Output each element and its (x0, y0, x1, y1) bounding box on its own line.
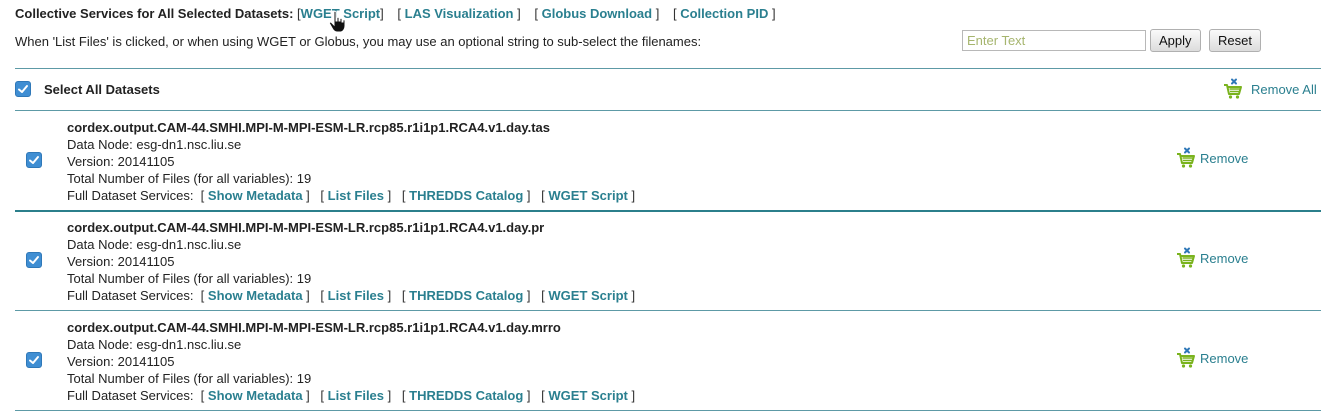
list-files-link[interactable]: List Files (328, 288, 384, 303)
remove-label: Remove (1200, 150, 1249, 166)
remove-all-button[interactable]: Remove All (1222, 78, 1317, 100)
total-files-line: Total Number of Files (for all variables… (67, 271, 312, 286)
dataset-title: cordex.output.CAM-44.SMHI.MPI-M-MPI-ESM-… (67, 320, 561, 335)
collection-pid-link[interactable]: Collection PID (680, 6, 768, 21)
cart-remove-icon (1175, 147, 1197, 169)
cart-remove-icon (1175, 347, 1197, 369)
hand-pointer-icon (328, 10, 348, 37)
remove-label: Remove (1200, 250, 1249, 266)
list-files-link[interactable]: List Files (328, 188, 384, 203)
dataset-info: cordex.output.CAM-44.SMHI.MPI-M-MPI-ESM-… (67, 219, 635, 304)
thredds-catalog-link[interactable]: THREDDS Catalog (409, 388, 523, 403)
dataset-checkbox[interactable] (26, 352, 42, 368)
total-files-line: Total Number of Files (for all variables… (67, 371, 312, 386)
dataset-info: cordex.output.CAM-44.SMHI.MPI-M-MPI-ESM-… (67, 319, 635, 404)
version-line: Version: 20141105 (67, 254, 175, 269)
show-metadata-link[interactable]: Show Metadata (208, 388, 303, 403)
apply-button[interactable]: Apply (1150, 29, 1201, 52)
version-line: Version: 20141105 (67, 354, 175, 369)
thredds-catalog-link[interactable]: THREDDS Catalog (409, 188, 523, 203)
checkmark-icon (29, 356, 39, 364)
remove-dataset-button[interactable]: Remove (1175, 147, 1248, 169)
select-all-checkbox[interactable] (15, 81, 31, 97)
remove-label: Remove (1200, 350, 1249, 366)
total-files-value: 19 (296, 171, 312, 186)
thredds-catalog-link[interactable]: THREDDS Catalog (409, 288, 523, 303)
cart-remove-icon (1222, 78, 1244, 100)
total-files-value: 19 (296, 371, 312, 386)
dataset-row: cordex.output.CAM-44.SMHI.MPI-M-MPI-ESM-… (15, 111, 1321, 210)
version-value: 20141105 (117, 354, 175, 369)
checkmark-icon (18, 85, 28, 93)
remove-all-label: Remove All (1251, 81, 1317, 97)
collective-services-bar: Collective Services for All Selected Dat… (15, 6, 776, 21)
data-node-line: Data Node: esg-dn1.nsc.liu.se (67, 337, 242, 352)
select-all-label: Select All Datasets (44, 82, 160, 97)
wget-script-link[interactable]: WGET Script (548, 288, 627, 303)
dataset-row: cordex.output.CAM-44.SMHI.MPI-M-MPI-ESM-… (15, 311, 1321, 410)
dataset-info: cordex.output.CAM-44.SMHI.MPI-M-MPI-ESM-… (67, 119, 635, 204)
show-metadata-link[interactable]: Show Metadata (208, 288, 303, 303)
divider (15, 410, 1321, 411)
checkmark-icon (29, 156, 39, 164)
wget-script-link[interactable]: WGET Script (548, 188, 627, 203)
dataset-title: cordex.output.CAM-44.SMHI.MPI-M-MPI-ESM-… (67, 220, 545, 235)
dataset-services: Full Dataset Services: [ Show Metadata ]… (67, 188, 636, 203)
data-node-value: esg-dn1.nsc.liu.se (136, 137, 242, 152)
globus-download-link[interactable]: Globus Download (542, 6, 653, 21)
show-metadata-link[interactable]: Show Metadata (208, 188, 303, 203)
checkmark-icon (29, 256, 39, 264)
version-line: Version: 20141105 (67, 154, 175, 169)
version-value: 20141105 (117, 154, 175, 169)
las-visualization-link[interactable]: LAS Visualization (405, 6, 514, 21)
collective-services-label: Collective Services for All Selected Dat… (15, 6, 294, 21)
total-files-line: Total Number of Files (for all variables… (67, 171, 312, 186)
reset-button[interactable]: Reset (1209, 29, 1261, 52)
dataset-checkbox[interactable] (26, 252, 42, 268)
data-node-value: esg-dn1.nsc.liu.se (136, 337, 242, 352)
data-node-line: Data Node: esg-dn1.nsc.liu.se (67, 237, 242, 252)
list-files-link[interactable]: List Files (328, 388, 384, 403)
filter-instructions: When 'List Files' is clicked, or when us… (15, 34, 702, 49)
filename-filter-input[interactable] (962, 30, 1146, 51)
remove-dataset-button[interactable]: Remove (1175, 247, 1248, 269)
data-node-line: Data Node: esg-dn1.nsc.liu.se (67, 137, 242, 152)
dataset-checkbox[interactable] (26, 152, 42, 168)
dataset-title: cordex.output.CAM-44.SMHI.MPI-M-MPI-ESM-… (67, 120, 551, 135)
total-files-value: 19 (296, 271, 312, 286)
dataset-row: cordex.output.CAM-44.SMHI.MPI-M-MPI-ESM-… (15, 211, 1321, 310)
version-value: 20141105 (117, 254, 175, 269)
dataset-services: Full Dataset Services: [ Show Metadata ]… (67, 388, 636, 403)
divider (15, 68, 1321, 69)
cart-remove-icon (1175, 247, 1197, 269)
remove-dataset-button[interactable]: Remove (1175, 347, 1248, 369)
data-node-value: esg-dn1.nsc.liu.se (136, 237, 242, 252)
wget-script-link[interactable]: WGET Script (548, 388, 627, 403)
dataset-services: Full Dataset Services: [ Show Metadata ]… (67, 288, 636, 303)
